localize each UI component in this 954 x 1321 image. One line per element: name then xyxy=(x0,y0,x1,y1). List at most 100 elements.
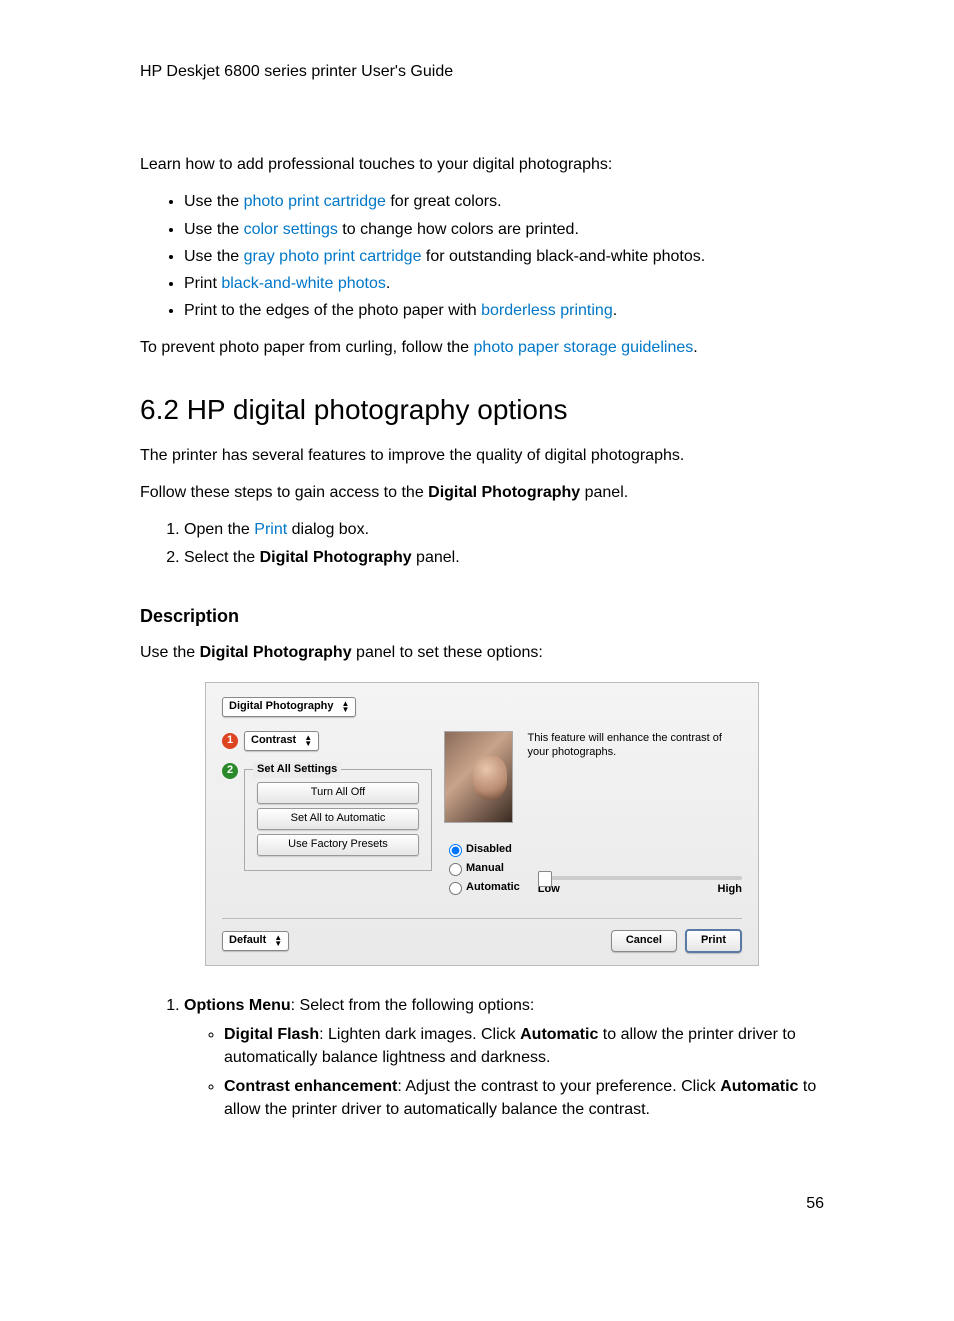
radio-input[interactable] xyxy=(449,863,462,876)
link-photo-paper-storage[interactable]: photo paper storage guidelines xyxy=(474,339,694,356)
radio-automatic[interactable]: Automatic xyxy=(444,879,520,896)
callout-1-icon: 1 xyxy=(222,733,238,749)
text: . xyxy=(386,275,390,292)
step-item: Select the Digital Photography panel. xyxy=(184,546,824,569)
text: to change how colors are printed. xyxy=(338,221,579,238)
text: : Lighten dark images. Click xyxy=(319,1026,520,1043)
text: panel to set these options: xyxy=(352,644,543,661)
mode-radio-group: Disabled Manual Automatic xyxy=(444,839,520,898)
steps-list: Open the Print dialog box. Select the Di… xyxy=(140,518,824,568)
text: . xyxy=(613,302,617,319)
feature-description: This feature will enhance the contrast o… xyxy=(527,731,742,760)
chevron-updown-icon: ▲▼ xyxy=(342,701,350,713)
option-sublist: Digital Flash: Lighten dark images. Clic… xyxy=(184,1023,824,1122)
paragraph: Follow these steps to gain access to the… xyxy=(140,481,824,504)
link-photo-print-cartridge[interactable]: photo print cartridge xyxy=(244,193,386,210)
bold-text: Digital Photography xyxy=(260,549,412,566)
radio-input[interactable] xyxy=(449,844,462,857)
contrast-slider[interactable] xyxy=(538,876,742,880)
bold-text: Automatic xyxy=(520,1026,598,1043)
suboption-item: Digital Flash: Lighten dark images. Clic… xyxy=(224,1023,824,1069)
text: for outstanding black-and-white photos. xyxy=(421,248,705,265)
paragraph: Use the Digital Photography panel to set… xyxy=(140,641,824,664)
text: dialog box. xyxy=(287,521,369,538)
radio-label: Manual xyxy=(466,862,504,874)
chevron-updown-icon: ▲▼ xyxy=(304,735,312,747)
prevent-curling-paragraph: To prevent photo paper from curling, fol… xyxy=(140,336,824,359)
print-button[interactable]: Print xyxy=(685,929,742,953)
radio-disabled[interactable]: Disabled xyxy=(444,841,520,858)
link-print-dialog[interactable]: Print xyxy=(254,521,287,538)
cancel-button[interactable]: Cancel xyxy=(611,930,677,952)
preset-combo[interactable]: Default ▲▼ xyxy=(222,931,289,951)
text: To prevent photo paper from curling, fol… xyxy=(140,339,474,356)
radio-label: Automatic xyxy=(466,881,520,893)
bold-text: Contrast enhancement xyxy=(224,1078,397,1095)
text: for great colors. xyxy=(386,193,502,210)
text: Use the xyxy=(184,193,244,210)
bold-text: Digital Photography xyxy=(428,484,580,501)
suboption-item: Contrast enhancement: Adjust the contras… xyxy=(224,1075,824,1121)
radio-input[interactable] xyxy=(449,882,462,895)
bold-text: Automatic xyxy=(720,1078,798,1095)
options-description-list: Options Menu: Select from the following … xyxy=(140,994,824,1122)
bold-text: Digital Flash xyxy=(224,1026,319,1043)
dialog-left-column: 1 Contrast ▲▼ 2 Set All Settings Turn Al… xyxy=(222,731,432,898)
doc-header: HP Deskjet 6800 series printer User's Gu… xyxy=(140,60,824,83)
tip-item: Use the color settings to change how col… xyxy=(184,218,824,241)
callout-2-icon: 2 xyxy=(222,763,238,779)
combo-label: Digital Photography xyxy=(229,699,334,715)
slider-track[interactable] xyxy=(538,876,742,880)
text: Follow these steps to gain access to the xyxy=(140,484,428,501)
text: Select the xyxy=(184,549,260,566)
text: Use the xyxy=(184,221,244,238)
set-all-automatic-button[interactable]: Set All to Automatic xyxy=(257,808,419,830)
text: panel. xyxy=(412,549,460,566)
bold-text: Digital Photography xyxy=(200,644,352,661)
text: Use the xyxy=(184,248,244,265)
text: . xyxy=(693,339,697,356)
panel-selector-row: Digital Photography ▲▼ xyxy=(222,697,742,717)
options-menu-combo[interactable]: Contrast ▲▼ xyxy=(244,731,319,751)
set-all-settings-group: Set All Settings Turn All Off Set All to… xyxy=(244,769,432,871)
slider-thumb[interactable] xyxy=(538,871,552,887)
step-item: Open the Print dialog box. xyxy=(184,518,824,541)
digital-photography-dialog: Digital Photography ▲▼ 1 Contrast ▲▼ 2 S… xyxy=(205,682,759,965)
turn-all-off-button[interactable]: Turn All Off xyxy=(257,782,419,804)
dialog-right-column: This feature will enhance the contrast o… xyxy=(444,731,742,898)
separator xyxy=(222,918,742,919)
combo-label: Contrast xyxy=(251,733,296,749)
text: Print to the edges of the photo paper wi… xyxy=(184,302,481,319)
text: Use the xyxy=(140,644,200,661)
page-number: 56 xyxy=(140,1192,824,1215)
tip-item: Use the photo print cartridge for great … xyxy=(184,190,824,213)
combo-label: Default xyxy=(229,933,266,949)
text: : Adjust the contrast to your preference… xyxy=(397,1078,720,1095)
intro-paragraph: Learn how to add professional touches to… xyxy=(140,153,824,176)
slider-high-label: High xyxy=(718,882,742,898)
use-factory-presets-button[interactable]: Use Factory Presets xyxy=(257,834,419,856)
radio-manual[interactable]: Manual xyxy=(444,860,520,877)
tips-list: Use the photo print cartridge for great … xyxy=(140,190,824,322)
tip-item: Use the gray photo print cartridge for o… xyxy=(184,245,824,268)
link-gray-photo-print-cartridge[interactable]: gray photo print cartridge xyxy=(244,248,422,265)
bold-text: Options Menu xyxy=(184,997,291,1014)
radio-label: Disabled xyxy=(466,843,512,855)
text: : Select from the following options: xyxy=(291,997,535,1014)
link-bw-photos[interactable]: black-and-white photos xyxy=(221,275,386,292)
chevron-updown-icon: ▲▼ xyxy=(274,935,282,947)
photo-preview xyxy=(444,731,513,823)
panel-combo[interactable]: Digital Photography ▲▼ xyxy=(222,697,356,717)
text: Open the xyxy=(184,521,254,538)
link-color-settings[interactable]: color settings xyxy=(244,221,338,238)
tip-item: Print to the edges of the photo paper wi… xyxy=(184,299,824,322)
text: panel. xyxy=(580,484,628,501)
fieldset-legend: Set All Settings xyxy=(253,762,341,778)
section-title: 6.2 HP digital photography options xyxy=(140,390,824,431)
paragraph: The printer has several features to impr… xyxy=(140,444,824,467)
dialog-footer: Default ▲▼ Cancel Print xyxy=(222,929,742,953)
option-item: Options Menu: Select from the following … xyxy=(184,994,824,1122)
tip-item: Print black-and-white photos. xyxy=(184,272,824,295)
text: Print xyxy=(184,275,221,292)
link-borderless-printing[interactable]: borderless printing xyxy=(481,302,613,319)
